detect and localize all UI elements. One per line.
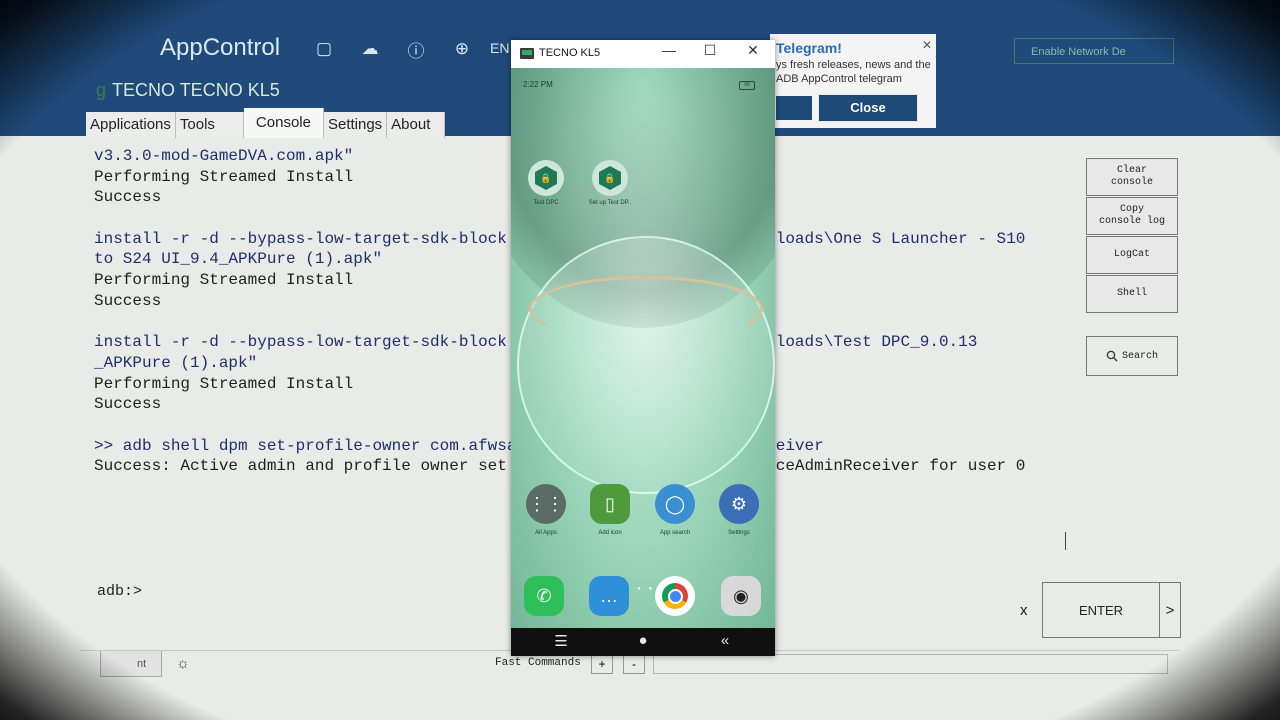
logcat-label: LogCat: [1113, 249, 1150, 260]
enable-network-button[interactable]: Enable Network De: [1014, 38, 1174, 64]
device-name-label: TECNO TECNO KL5: [112, 80, 280, 100]
search-icon: [1106, 350, 1118, 362]
shell-button[interactable]: Shell: [1086, 275, 1178, 313]
app-setup-test-dpc[interactable]: 🔒 Set up Test DP..: [585, 160, 635, 206]
shell-label: Shell: [1116, 288, 1147, 299]
home-icon[interactable]: ●: [631, 632, 655, 649]
app-label: Test DPC: [533, 200, 559, 206]
device-name: g TECNO TECNO KL5: [96, 80, 280, 101]
remove-fast-command-button[interactable]: -: [623, 654, 645, 674]
app-label: Settings: [728, 530, 750, 536]
app-logo: AppControl: [160, 34, 281, 61]
hex-shield-icon: 🔒: [535, 166, 557, 190]
device-status-icon: g: [96, 80, 107, 100]
language-selector[interactable]: EN: [490, 40, 509, 56]
copy-console-label: Copy console log: [1098, 204, 1165, 227]
gear-icon[interactable]: ⚙: [719, 484, 759, 524]
wallpaper-circle: [517, 236, 775, 494]
back-icon[interactable]: «: [713, 632, 737, 649]
mirror-title: TECNO KL5: [539, 47, 601, 59]
android-nav-bar: ☰ ● «: [511, 628, 775, 656]
close-icon[interactable]: ✕: [741, 42, 765, 59]
tab-tools[interactable]: Tools: [175, 112, 244, 138]
bottom-tab[interactable]: nt: [100, 651, 162, 677]
cloud-upload-icon[interactable]: ☁: [358, 38, 382, 60]
enter-button[interactable]: ENTER: [1042, 582, 1160, 638]
logcat-button[interactable]: LogCat: [1086, 236, 1178, 274]
telegram-title: Telegram!: [776, 40, 842, 56]
help-icon[interactable]: ⓘ: [404, 38, 428, 61]
fast-command-field[interactable]: [653, 654, 1168, 674]
status-time: 2:22 PM: [523, 80, 553, 89]
search-label: Search: [1121, 350, 1158, 362]
search-icon[interactable]: ◯: [655, 484, 695, 524]
tab-console[interactable]: Console: [243, 108, 324, 138]
copy-console-log-button[interactable]: Copy console log: [1086, 197, 1178, 235]
phone-mirror-window[interactable]: TECNO KL5 — ☐ ✕ 2:22 PM 96 🔒 Test DPC 🔒 …: [511, 40, 775, 656]
maximize-icon[interactable]: ☐: [698, 42, 722, 59]
telegram-close-button[interactable]: Close: [818, 94, 918, 122]
tab-settings[interactable]: Settings: [323, 112, 388, 138]
clear-input-button[interactable]: x: [1020, 602, 1028, 619]
mirror-titlebar[interactable]: TECNO KL5 — ☐ ✕: [511, 40, 775, 68]
text-cursor: [1065, 532, 1066, 550]
clear-console-button[interactable]: Clear console: [1086, 158, 1178, 196]
all-apps-icon[interactable]: ⋮⋮: [526, 484, 566, 524]
battery-icon: 96: [739, 81, 755, 90]
menu-icon[interactable]: ☰: [549, 632, 573, 650]
app-label: App search: [659, 530, 691, 536]
search-button[interactable]: Search: [1086, 336, 1178, 376]
minimize-icon[interactable]: —: [657, 42, 681, 58]
download-icon[interactable]: ⊕: [450, 38, 474, 60]
app-label: Set up Test DP..: [588, 200, 632, 206]
telegram-join-button[interactable]: [776, 96, 812, 120]
fast-commands-label: Fast Commands: [495, 657, 581, 669]
camera-icon[interactable]: ◉: [721, 576, 761, 616]
main-tabs: Applications Tools Console Settings Abou…: [86, 108, 446, 138]
window-icon[interactable]: ▢: [312, 38, 336, 60]
phone-icon[interactable]: ✆: [524, 576, 564, 616]
wallpaper-ring: [529, 276, 763, 342]
header-toolbar: ▢ ☁ ⓘ ⊕: [312, 38, 474, 61]
telegram-banner: Telegram! ✕ ys fresh releases, news and …: [770, 34, 936, 128]
tab-about[interactable]: About: [387, 112, 446, 138]
clear-console-label: Clear console: [1110, 165, 1153, 188]
app-test-dpc[interactable]: 🔒 Test DPC: [521, 160, 571, 206]
page-indicator: ● ● ●: [626, 586, 656, 592]
console-prompt[interactable]: adb:>: [97, 583, 142, 600]
close-icon[interactable]: ✕: [922, 38, 932, 52]
brightness-icon[interactable]: ☼: [176, 655, 190, 672]
tab-applications[interactable]: Applications: [86, 112, 176, 138]
desktop-screen: AppControl ▢ ☁ ⓘ ⊕ EN g TECNO TECNO KL5 E…: [0, 0, 1280, 720]
message-icon[interactable]: …: [589, 576, 629, 616]
phone-screen[interactable]: 2:22 PM 96 🔒 Test DPC 🔒 Set up Test DP..…: [511, 68, 775, 656]
app-label: All Apps: [535, 530, 557, 536]
add-fast-command-button[interactable]: +: [591, 654, 613, 674]
hex-shield-icon: 🔒: [599, 166, 621, 190]
chrome-icon[interactable]: [655, 576, 695, 616]
app-label: Add icon: [598, 530, 622, 536]
add-widget-icon[interactable]: ▯: [590, 484, 630, 524]
telegram-text: ys fresh releases, news and the ADB AppC…: [776, 59, 931, 85]
send-button[interactable]: >: [1159, 582, 1181, 638]
scrcpy-app-icon: [520, 48, 534, 59]
